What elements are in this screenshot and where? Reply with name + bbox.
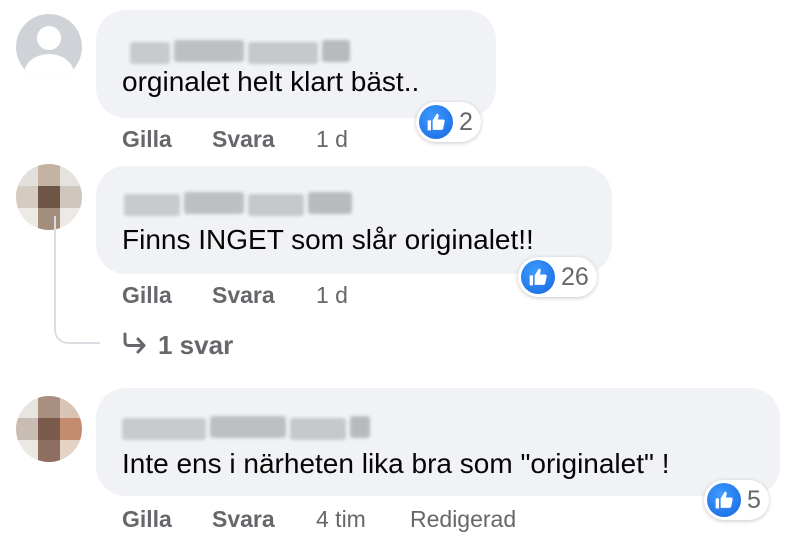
reply-button[interactable]: Svara [212, 282, 275, 309]
edited-label[interactable]: Redigerad [410, 506, 516, 533]
comment-actions-1: Gilla Svara 1 d [122, 126, 522, 156]
comment-timestamp[interactable]: 1 d [316, 282, 348, 309]
default-avatar-icon [37, 26, 61, 50]
avatar-commenter-3[interactable] [16, 396, 82, 462]
comment-text: orginalet helt klart bäst.. [122, 66, 420, 97]
comment-actions-3: Gilla Svara 4 tim Redigerad [122, 506, 622, 534]
reaction-summary[interactable]: 26 [518, 257, 597, 297]
reply-arrow-icon [122, 330, 148, 361]
like-button[interactable]: Gilla [122, 506, 172, 533]
comment-actions-2: Gilla Svara 1 d [122, 282, 522, 312]
avatar-commenter-1[interactable] [16, 14, 82, 80]
thread-connector-line [54, 216, 100, 344]
comment-bubble-3: Inte ens i närheten lika bra som "origin… [96, 388, 780, 496]
comment-text: Inte ens i närheten lika bra som "origin… [122, 448, 670, 479]
comment-timestamp[interactable]: 1 d [316, 126, 348, 153]
reaction-count: 26 [561, 262, 589, 291]
replies-count-label: 1 svar [158, 330, 234, 360]
reaction-summary[interactable]: 5 [704, 480, 769, 520]
comment-timestamp[interactable]: 4 tim [316, 506, 366, 533]
reply-button[interactable]: Svara [212, 126, 275, 153]
like-button[interactable]: Gilla [122, 282, 172, 309]
like-button[interactable]: Gilla [122, 126, 172, 153]
thumbs-up-icon [707, 483, 741, 517]
reaction-count: 5 [747, 485, 761, 514]
view-replies-link[interactable]: 1 svar [122, 330, 233, 361]
comment-text: Finns INGET som slår originalet!! [122, 224, 534, 255]
thumbs-up-icon [521, 260, 555, 294]
reply-button[interactable]: Svara [212, 506, 275, 533]
